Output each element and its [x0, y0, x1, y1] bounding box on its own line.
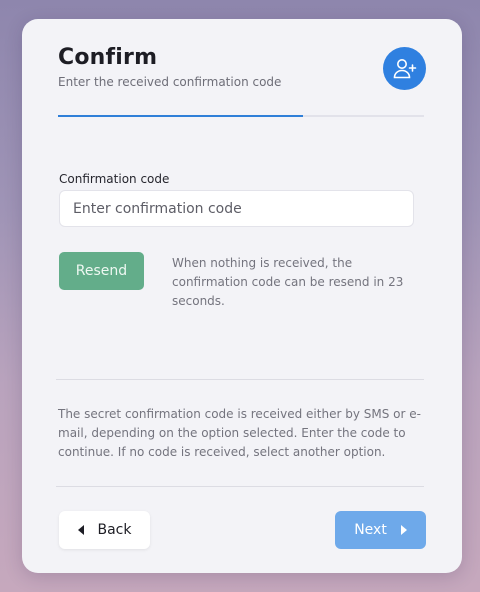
confirmation-code-label: Confirmation code — [59, 172, 170, 186]
caret-left-icon — [77, 525, 84, 535]
next-button-label: Next — [354, 522, 387, 538]
page-subtitle: Enter the received confirmation code — [58, 75, 282, 89]
divider — [56, 379, 424, 380]
caret-right-icon — [400, 525, 407, 535]
page-title: Confirm — [58, 45, 158, 70]
user-add-icon — [393, 58, 416, 78]
resend-button[interactable]: Resend — [59, 252, 144, 290]
avatar — [383, 47, 426, 90]
info-text: The secret confirmation code is received… — [58, 407, 421, 459]
confirmation-code-input[interactable] — [59, 190, 414, 227]
next-button[interactable]: Next — [335, 511, 426, 549]
progress-bar — [58, 115, 424, 117]
divider — [56, 486, 424, 487]
progress-fill — [58, 115, 304, 117]
confirm-card: Confirm Enter the received confirmation … — [22, 19, 462, 573]
back-button[interactable]: Back — [59, 511, 150, 549]
back-button-label: Back — [97, 522, 132, 538]
resend-note: When nothing is received, the confirmati… — [172, 256, 404, 308]
